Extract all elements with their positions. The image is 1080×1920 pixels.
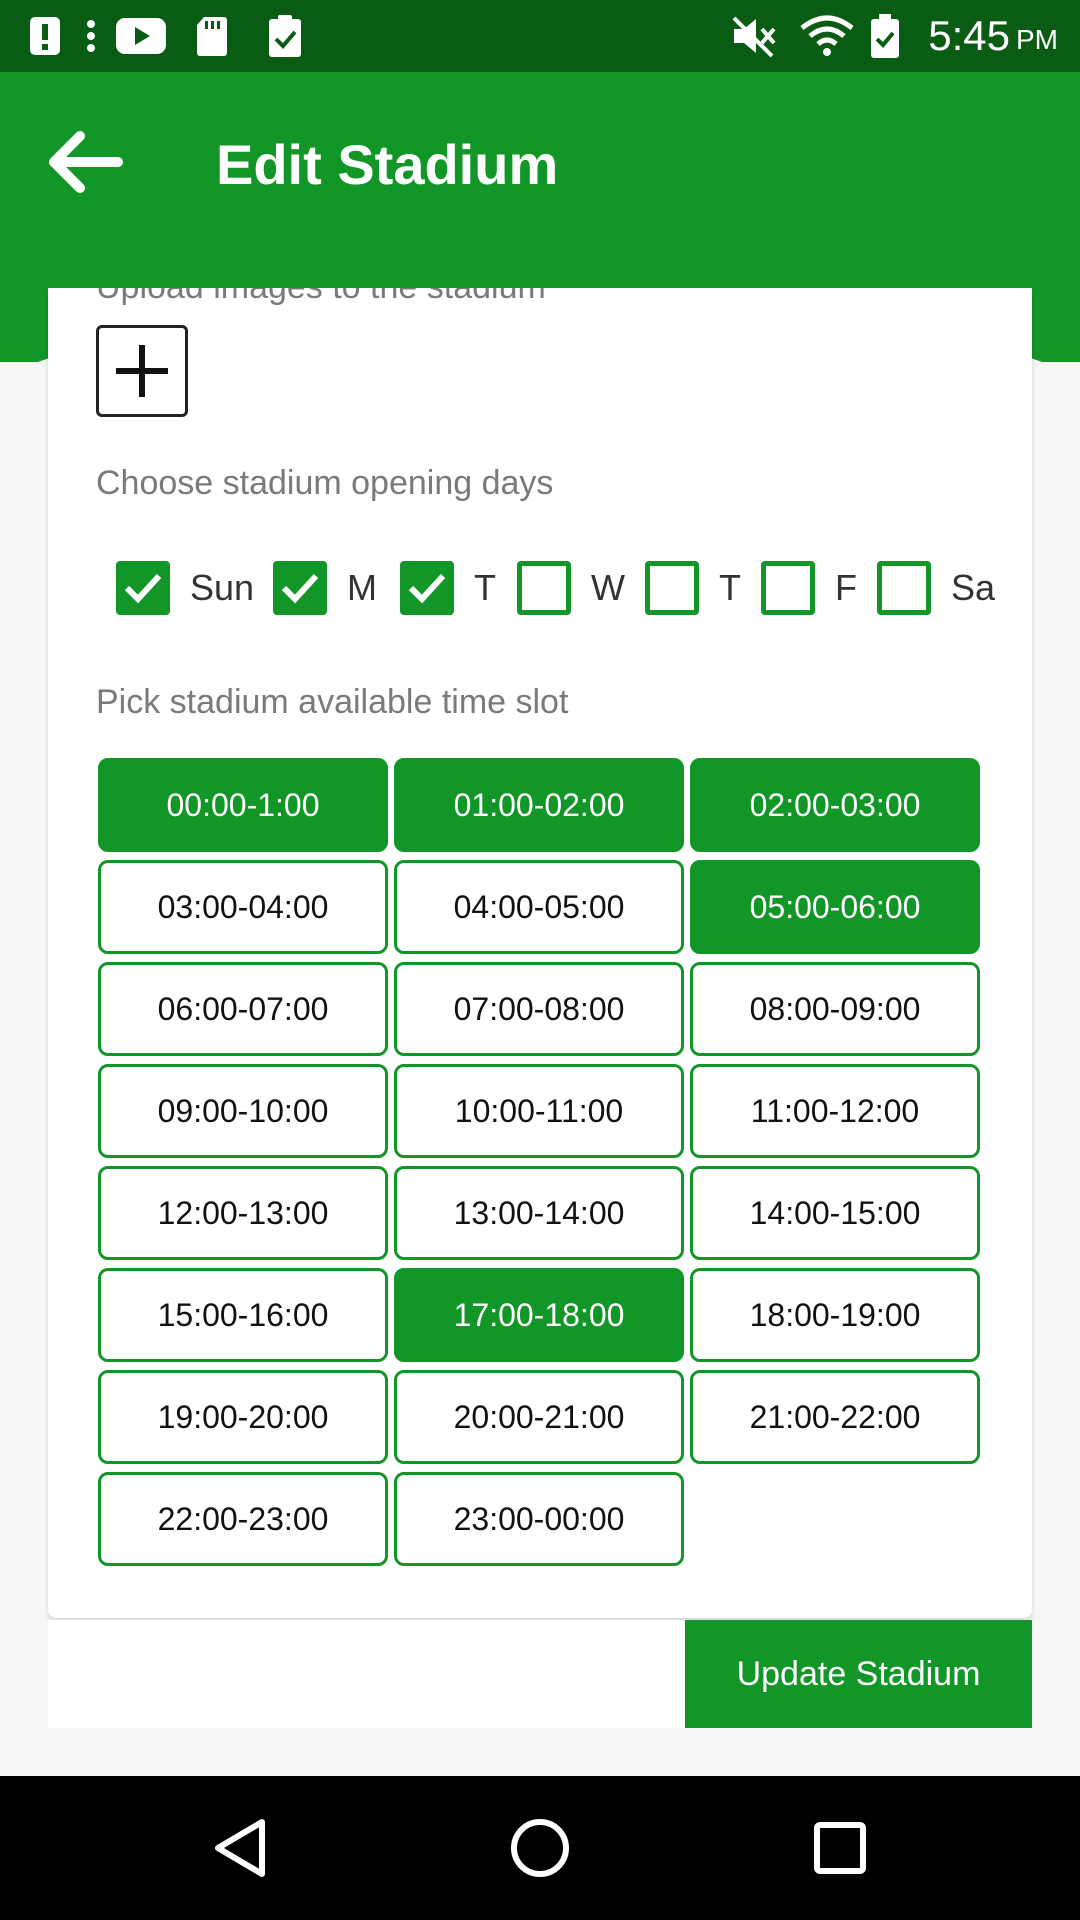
home-circle-icon: [511, 1819, 569, 1877]
page-title: Edit Stadium: [216, 133, 559, 196]
time-slot-button[interactable]: 18:00-19:00: [690, 1268, 980, 1362]
recents-square-icon: [814, 1822, 866, 1874]
footer-strip: [48, 1620, 685, 1728]
time-slot-button[interactable]: 14:00-15:00: [690, 1166, 980, 1260]
opening-days-row: Sun M T W T F Sa: [116, 556, 1032, 620]
clock-ampm: PM: [1016, 24, 1058, 55]
plus-icon: [116, 345, 168, 397]
clock: 5:45 PM: [928, 0, 1058, 72]
day-label: T: [474, 567, 496, 608]
opening-days-label: Choose stadium opening days: [96, 464, 554, 502]
checkmark-icon: [281, 573, 319, 604]
time-slot-button[interactable]: 13:00-14:00: [394, 1166, 684, 1260]
time-slot-button[interactable]: 12:00-13:00: [98, 1166, 388, 1260]
time-slot-button[interactable]: 15:00-16:00: [98, 1268, 388, 1362]
alert-icon: [28, 0, 62, 72]
day-label: Sun: [190, 567, 255, 608]
day-label: M: [347, 567, 377, 608]
clipboard-check-icon: [268, 0, 302, 72]
day-checkbox-sat[interactable]: Sa: [877, 556, 995, 620]
sd-card-icon: [196, 0, 228, 72]
time-slot-button[interactable]: 00:00-1:00: [98, 758, 388, 852]
day-checkbox-wed[interactable]: W: [517, 556, 625, 620]
add-image-button[interactable]: [96, 325, 188, 417]
time-slot-button[interactable]: 01:00-02:00: [394, 758, 684, 852]
day-checkbox-tue[interactable]: T: [400, 556, 496, 620]
time-slot-button[interactable]: 17:00-18:00: [394, 1268, 684, 1362]
checkbox-box: [273, 561, 327, 615]
time-slot-button[interactable]: 22:00-23:00: [98, 1472, 388, 1566]
clock-time: 5:45: [928, 12, 1010, 59]
system-nav-bar: [0, 1776, 1080, 1920]
time-slot-button[interactable]: 05:00-06:00: [690, 860, 980, 954]
time-slot-button[interactable]: 20:00-21:00: [394, 1370, 684, 1464]
day-label: Sa: [951, 567, 996, 608]
checkbox-box: [877, 561, 931, 615]
mute-icon: [730, 0, 778, 72]
update-stadium-button[interactable]: Update Stadium: [685, 1620, 1032, 1728]
time-slot-label: Pick stadium available time slot: [96, 683, 569, 721]
nav-back-button[interactable]: [200, 1808, 280, 1888]
checkbox-box: [645, 561, 699, 615]
time-slot-button[interactable]: 08:00-09:00: [690, 962, 980, 1056]
day-checkbox-fri[interactable]: F: [761, 556, 857, 620]
day-checkbox-mon[interactable]: M: [273, 556, 377, 620]
time-slot-button[interactable]: 06:00-07:00: [98, 962, 388, 1056]
day-label: F: [835, 567, 857, 608]
wifi-icon: [800, 0, 854, 72]
time-slot-button[interactable]: 03:00-04:00: [98, 860, 388, 954]
day-checkbox-sun[interactable]: Sun: [116, 556, 254, 620]
time-slot-button[interactable]: 04:00-05:00: [394, 860, 684, 954]
time-slot-button[interactable]: 07:00-08:00: [394, 962, 684, 1056]
upload-images-label: Upload images to the stadium: [96, 288, 546, 307]
nav-recents-button[interactable]: [800, 1808, 880, 1888]
checkbox-box: [400, 561, 454, 615]
time-slot-button[interactable]: 11:00-12:00: [690, 1064, 980, 1158]
battery-icon: [870, 0, 900, 72]
checkbox-box: [517, 561, 571, 615]
nav-home-button[interactable]: [500, 1808, 580, 1888]
checkmark-icon: [124, 573, 162, 604]
checkmark-icon: [408, 573, 446, 604]
day-label: W: [591, 567, 625, 608]
more-icon: [86, 0, 96, 72]
day-label: T: [719, 567, 741, 608]
checkbox-box: [761, 561, 815, 615]
time-slot-button[interactable]: 19:00-20:00: [98, 1370, 388, 1464]
arrow-left-icon: [49, 131, 123, 193]
youtube-icon: [116, 0, 166, 72]
time-slot-button[interactable]: 21:00-22:00: [690, 1370, 980, 1464]
status-bar: 5:45 PM: [0, 0, 1080, 72]
checkbox-box: [116, 561, 170, 615]
time-slot-button[interactable]: 09:00-10:00: [98, 1064, 388, 1158]
day-checkbox-thu[interactable]: T: [645, 556, 741, 620]
back-button[interactable]: [40, 117, 130, 207]
time-slot-button[interactable]: 10:00-11:00: [394, 1064, 684, 1158]
stadium-form-card: Upload images to the stadium Choose stad…: [48, 288, 1032, 1618]
time-slot-button[interactable]: 02:00-03:00: [690, 758, 980, 852]
time-slot-button[interactable]: 23:00-00:00: [394, 1472, 684, 1566]
back-triangle-icon: [215, 1819, 265, 1877]
